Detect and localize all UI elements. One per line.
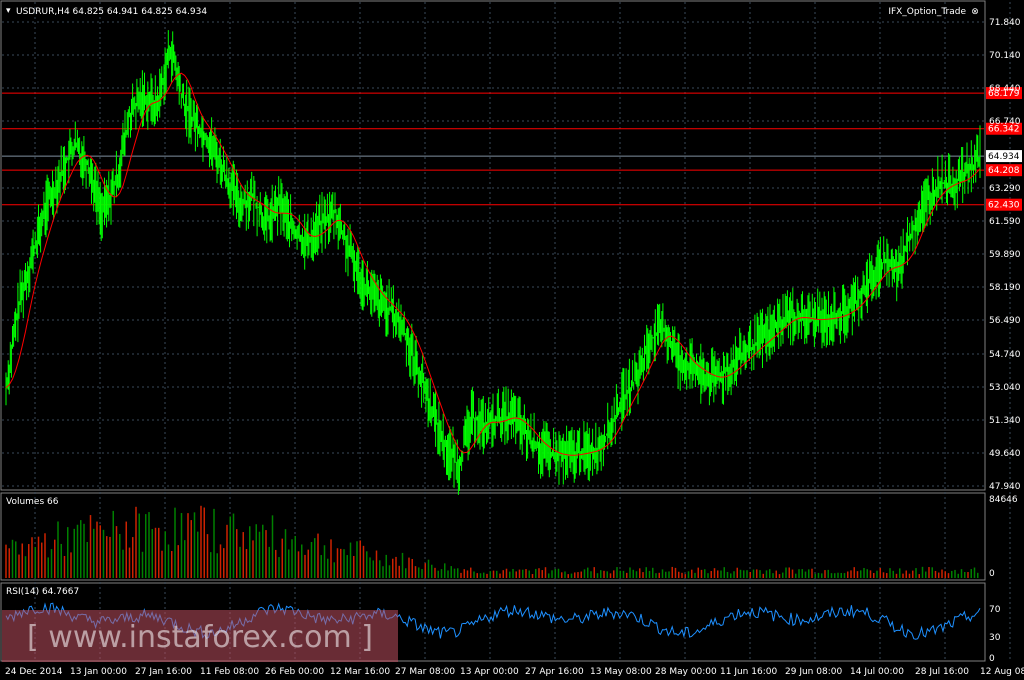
- volume-zero-label: 0: [989, 569, 995, 579]
- price-tick-label: 63.290: [989, 184, 1021, 194]
- time-tick-label: 11 Jun 16:00: [720, 667, 777, 677]
- price-tick-label: 70.140: [989, 51, 1021, 61]
- time-tick-label: 28 Jul 16:00: [915, 667, 969, 677]
- time-tick-label: 12 Aug 08:00: [980, 667, 1024, 677]
- price-tick-label: 56.490: [989, 316, 1021, 326]
- time-axis: 24 Dec 2014 13 Jan 00:00 27 Jan 16:00 11 Fe…: [5, 667, 1024, 677]
- price-tick-label: 68.440: [989, 84, 1021, 94]
- watermark-text: [ www.instaforex.com ]: [27, 620, 373, 655]
- time-tick-label: 13 Apr 00:00: [460, 667, 519, 677]
- time-tick-label: 27 Mar 08:00: [395, 667, 455, 677]
- time-tick-label: 27 Apr 16:00: [525, 667, 584, 677]
- indicator-name: IFX_Option_Trade: [888, 7, 966, 17]
- level-price-label: 64.208: [988, 166, 1020, 176]
- price-tick-label: 53.040: [989, 383, 1021, 393]
- price-tick-label: 54.740: [989, 350, 1021, 360]
- price-axis: 71.840 70.140 68.440 66.740 63.290 61.590 59.8…: [989, 18, 1021, 492]
- rsi-tick-label: 0: [989, 654, 995, 664]
- time-tick-label: 24 Dec 2014: [5, 667, 63, 677]
- level-price-label: 62.430: [988, 201, 1020, 211]
- symbol-header: USDRUR,H4 64.825 64.941 64.825 64.934: [16, 7, 207, 17]
- time-tick-label: 11 Feb 08:00: [200, 667, 259, 677]
- indicator-settings-icon[interactable]: ⊗: [971, 7, 979, 17]
- price-tick-label: 58.190: [989, 283, 1021, 293]
- time-tick-label: 12 Mar 16:00: [330, 667, 390, 677]
- volumes-label: Volumes 66: [6, 497, 59, 507]
- price-tick-label: 47.940: [989, 482, 1021, 492]
- rsi-tick-label: 70: [989, 605, 1001, 615]
- time-tick-label: 26 Feb 00:00: [265, 667, 324, 677]
- rsi-tick-label: 30: [989, 633, 1001, 643]
- time-tick-label: 13 May 08:00: [590, 667, 652, 677]
- price-tick-label: 61.590: [989, 217, 1021, 227]
- price-tick-label: 51.340: [989, 416, 1021, 426]
- price-tick-label: 66.740: [989, 117, 1021, 127]
- time-tick-label: 28 May 00:00: [655, 667, 717, 677]
- rsi-label: RSI(14) 64.7667: [6, 587, 79, 597]
- time-tick-label: 13 Jan 00:00: [70, 667, 127, 677]
- price-tick-label: 71.840: [989, 18, 1021, 28]
- price-tick-label: 59.890: [989, 250, 1021, 260]
- chart-window[interactable]: 68.17966.34264.20862.43064.934 846460 70…: [0, 0, 1024, 680]
- price-tick-label: 49.640: [989, 449, 1021, 459]
- volume-max-label: 84646: [989, 495, 1018, 505]
- time-tick-label: 27 Jan 16:00: [135, 667, 192, 677]
- time-tick-label: 14 Jul 00:00: [850, 667, 904, 677]
- time-tick-label: 29 Jun 08:00: [785, 667, 842, 677]
- dropdown-triangle-icon[interactable]: ▾: [6, 6, 11, 16]
- current-price-label: 64.934: [988, 152, 1020, 162]
